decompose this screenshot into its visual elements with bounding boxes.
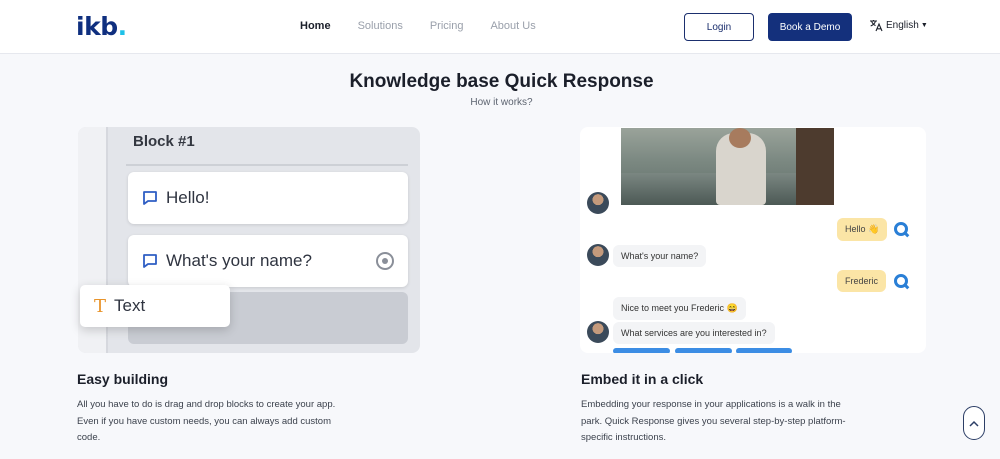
bot-message-greet: Nice to meet you Frederic 😄 bbox=[613, 297, 746, 320]
text-type-icon: T bbox=[94, 295, 107, 317]
feature-title-easy: Easy building bbox=[77, 371, 169, 387]
bot-avatar bbox=[587, 192, 609, 214]
chat-bubble-icon bbox=[143, 254, 157, 268]
nav-home[interactable]: Home bbox=[300, 20, 331, 32]
login-button[interactable]: Login bbox=[684, 13, 754, 41]
chat-preview: Hello 👋 What's your name? Frederic Nice … bbox=[580, 127, 926, 353]
logo-dot: . bbox=[117, 12, 128, 41]
quick-response-icon bbox=[894, 222, 908, 236]
photo-head bbox=[729, 128, 751, 148]
feature-body-easy: All you have to do is drag and drop bloc… bbox=[77, 399, 336, 443]
chevron-up-icon bbox=[969, 420, 979, 427]
logo[interactable]: ikb. bbox=[76, 12, 127, 41]
photo-post bbox=[796, 128, 834, 205]
quick-response-icon bbox=[894, 274, 908, 288]
option-chip[interactable] bbox=[675, 348, 732, 353]
radio-icon bbox=[376, 252, 394, 270]
option-chip[interactable] bbox=[613, 348, 670, 353]
caret-down-icon: ▼ bbox=[920, 22, 928, 29]
option-chip[interactable] bbox=[736, 348, 792, 353]
drag-chip-label: Text bbox=[114, 296, 146, 315]
message-block-name: What's your name? bbox=[128, 235, 408, 287]
feature-title-embed: Embed it in a click bbox=[581, 371, 704, 387]
nav-pricing[interactable]: Pricing bbox=[430, 20, 464, 32]
message-text: Hello! bbox=[166, 188, 210, 207]
site-header: ikb. Home Solutions Pricing About Us Log… bbox=[0, 0, 1000, 54]
logo-text: ikb bbox=[76, 12, 118, 41]
bot-avatar bbox=[587, 244, 609, 266]
main-nav: Home Solutions Pricing About Us bbox=[300, 20, 563, 32]
language-selector[interactable]: English ▼ bbox=[869, 19, 928, 32]
book-demo-button[interactable]: Book a Demo bbox=[768, 13, 852, 41]
chat-bubble-icon bbox=[143, 191, 157, 205]
text-block-drag-chip[interactable]: T Text bbox=[80, 285, 230, 327]
message-block-hello: Hello! bbox=[128, 172, 408, 224]
scroll-top-button[interactable] bbox=[963, 406, 985, 440]
user-message-hello: Hello 👋 bbox=[837, 218, 888, 241]
bot-avatar bbox=[587, 321, 609, 343]
page-subtitle: How it works? bbox=[470, 97, 533, 108]
user-message-name: Frederic bbox=[837, 270, 887, 292]
nav-about-us[interactable]: About Us bbox=[490, 20, 535, 32]
language-label: English bbox=[886, 20, 919, 31]
translate-icon bbox=[870, 20, 883, 32]
nav-solutions[interactable]: Solutions bbox=[358, 20, 403, 32]
divider bbox=[126, 164, 408, 166]
page-title: Knowledge base Quick Response bbox=[349, 71, 654, 92]
bot-message-services: What services are you interested in? bbox=[613, 322, 775, 344]
message-text: What's your name? bbox=[166, 251, 312, 270]
chat-image bbox=[621, 128, 834, 205]
bot-message-name: What's your name? bbox=[613, 245, 707, 267]
feature-body-embed: Embedding your response in your applicat… bbox=[581, 399, 846, 443]
block-title: Block #1 bbox=[133, 133, 195, 150]
